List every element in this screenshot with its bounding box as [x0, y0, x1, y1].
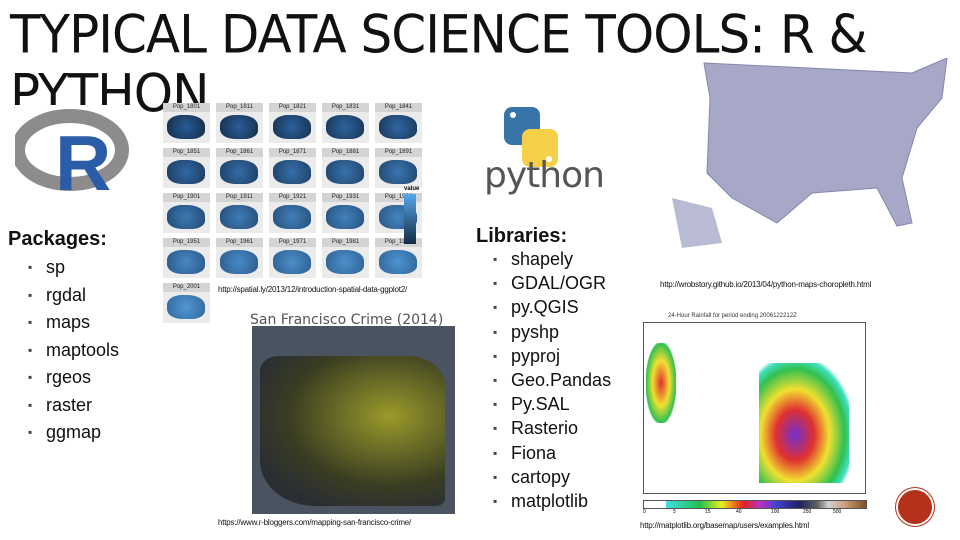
list-item: raster — [28, 392, 119, 420]
list-item: maptools — [28, 337, 119, 365]
list-item: Py.SAL — [493, 392, 611, 416]
tick-label: 100 — [771, 509, 780, 515]
facet-label: Pop_1891 — [375, 148, 422, 157]
sf-url[interactable]: https://www.r-bloggers.com/mapping-san-f… — [218, 518, 411, 527]
python-libraries-list: shapely GDAL/OGR py.QGIS pyshp pyproj Ge… — [493, 247, 611, 513]
facet-label: Pop_1961 — [216, 238, 263, 247]
rainfall-colorbar — [643, 500, 867, 509]
python-wordmark: python — [484, 155, 605, 196]
facet-label: Pop_1931 — [322, 193, 369, 202]
list-item: Fiona — [493, 441, 611, 465]
r-logo: R — [11, 105, 133, 207]
facet-panel: Pop_1831 — [322, 103, 369, 143]
slide-decoration-circle — [898, 490, 932, 524]
facet-label: Pop_1971 — [269, 238, 316, 247]
tick-label: 15 — [705, 509, 711, 515]
list-item: Geo.Pandas — [493, 368, 611, 392]
facet-label: Pop_1831 — [322, 103, 369, 112]
list-item: maps — [28, 309, 119, 337]
list-item: pyproj — [493, 344, 611, 368]
list-item: shapely — [493, 247, 611, 271]
facet-label: Pop_1871 — [269, 148, 316, 157]
tick-label: 250 — [803, 509, 812, 515]
tick-label: 0 — [643, 509, 646, 515]
svg-text:R: R — [55, 119, 111, 200]
rainfall-title: 24-Hour Rainfall for period ending 20061… — [668, 313, 797, 319]
list-item: pyshp — [493, 320, 611, 344]
facet-label: Pop_1851 — [163, 148, 210, 157]
facet-label: Pop_1951 — [163, 238, 210, 247]
list-item: cartopy — [493, 465, 611, 489]
facet-label: Pop_1861 — [216, 148, 263, 157]
facet-panel: Pop_1931 — [322, 193, 369, 233]
facet-panel: Pop_1891 — [375, 148, 422, 188]
legend-title: value — [404, 186, 420, 192]
facet-label: Pop_1801 — [163, 103, 210, 112]
tick-label: 500 — [833, 509, 842, 515]
facet-panel: Pop_1881 — [322, 148, 369, 188]
tick-label: 40 — [736, 509, 742, 515]
legend-colorbar — [404, 194, 416, 244]
facet-panel: Pop_1951 — [163, 238, 210, 278]
facet-label: Pop_1811 — [216, 103, 263, 112]
r-packages-list: sp rgdal maps maptools rgeos raster ggma… — [28, 254, 119, 447]
list-item: ggmap — [28, 419, 119, 447]
facet-panel: Pop_2001 — [163, 283, 210, 323]
list-item: sp — [28, 254, 119, 282]
rainfall-map — [643, 322, 866, 494]
facet-label: Pop_1921 — [269, 193, 316, 202]
list-item: Rasterio — [493, 416, 611, 440]
facet-panel: Pop_1901 — [163, 193, 210, 233]
list-item: matplotlib — [493, 489, 611, 513]
facet-label: Pop_1881 — [322, 148, 369, 157]
list-item: py.QGIS — [493, 295, 611, 319]
facet-label: Pop_1911 — [216, 193, 263, 202]
facet-label: Pop_1841 — [375, 103, 422, 112]
facet-panel: Pop_1911 — [216, 193, 263, 233]
facet-panel: Pop_1861 — [216, 148, 263, 188]
facet-panel: Pop_1981 — [322, 238, 369, 278]
basemap-url[interactable]: http://matplotlib.org/basemap/users/exam… — [640, 521, 809, 530]
facet-panel: Pop_1871 — [269, 148, 316, 188]
facet-panel: Pop_1811 — [216, 103, 263, 143]
list-item: rgdal — [28, 282, 119, 310]
facet-panel: Pop_1921 — [269, 193, 316, 233]
facet-panel: Pop_1821 — [269, 103, 316, 143]
rainfall-ticks: 0 5 15 40 100 250 500 — [643, 509, 865, 517]
facet-panel: Pop_1991 — [375, 238, 422, 278]
packages-header: Packages: — [8, 228, 107, 250]
list-item: rgeos — [28, 364, 119, 392]
facet-panel: Pop_1851 — [163, 148, 210, 188]
facet-panel: Pop_1841 — [375, 103, 422, 143]
facet-panel: Pop_1971 — [269, 238, 316, 278]
facet-panel: Pop_1961 — [216, 238, 263, 278]
us-choropleth-map — [612, 57, 952, 258]
facet-panel: Pop_1801 — [163, 103, 210, 143]
sf-crime-map — [252, 326, 455, 514]
facet-label: Pop_1901 — [163, 193, 210, 202]
libraries-header: Libraries: — [476, 225, 568, 247]
facet-label: Pop_1821 — [269, 103, 316, 112]
spatial-url[interactable]: http://spatial.ly/2013/12/introduction-s… — [218, 285, 407, 294]
tick-label: 5 — [673, 509, 676, 515]
london-population-facet-plot: Pop_1801 Pop_1811 Pop_1821 Pop_1831 Pop_1841… — [145, 103, 430, 330]
list-item: GDAL/OGR — [493, 271, 611, 295]
facet-label: Pop_2001 — [163, 283, 210, 292]
choropleth-url[interactable]: http://wrobstory.github.io/2013/04/pytho… — [660, 280, 871, 289]
facet-label: Pop_1981 — [322, 238, 369, 247]
